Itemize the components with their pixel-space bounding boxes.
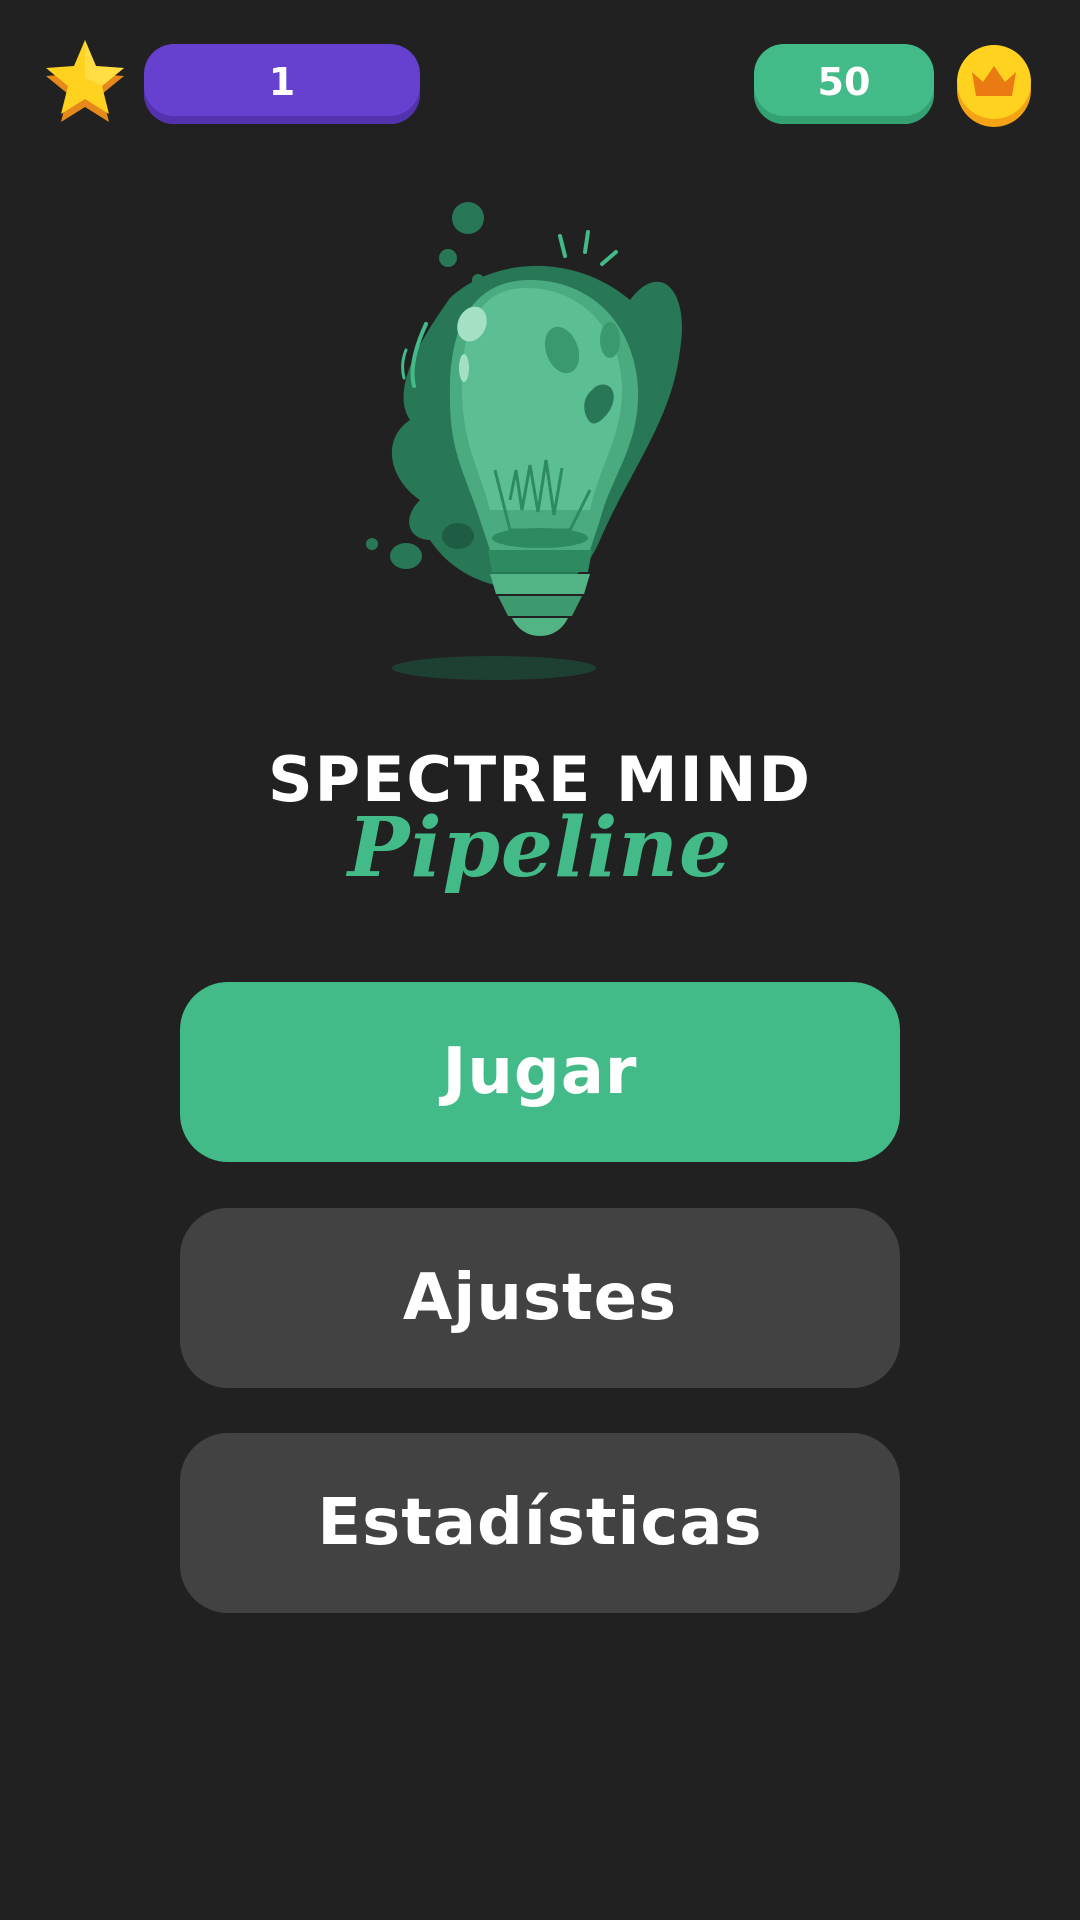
star-icon [46,40,124,122]
title-sub-text: Pipeline [347,800,733,896]
settings-button[interactable]: Ajustes [180,1208,900,1388]
level-indicator: 1 [144,44,420,124]
play-button[interactable]: Jugar [180,982,900,1162]
coin-counter: 50 [754,44,934,124]
lightbulb-illustration [366,202,682,680]
crown-coin-icon[interactable] [956,44,1032,128]
game-title: SPECTRE MIND Pipeline [0,740,1080,900]
statistics-button[interactable]: Estadísticas [180,1433,900,1613]
main-menu-screen: 1 50 SPECTRE MIND Pipeline Jugar Ajustes… [0,0,1080,1920]
